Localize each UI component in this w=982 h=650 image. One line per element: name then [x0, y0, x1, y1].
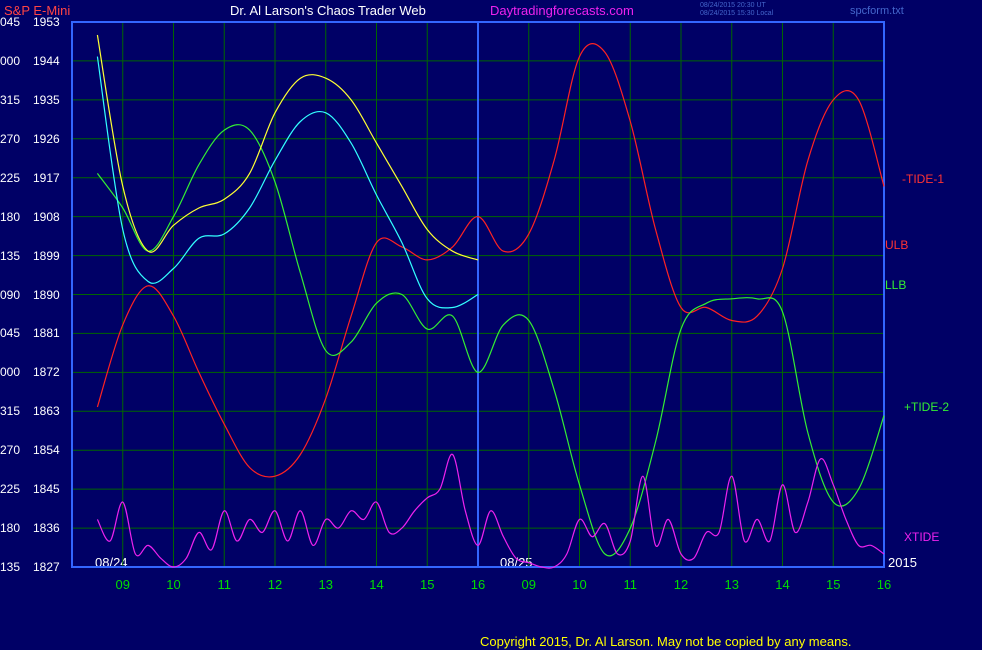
series-line-tide1 — [96, 43, 885, 478]
series-line-tide2 — [96, 124, 885, 557]
price-chart — [71, 21, 885, 569]
series-line-xtide — [96, 453, 885, 569]
series-line-llb — [96, 56, 479, 309]
